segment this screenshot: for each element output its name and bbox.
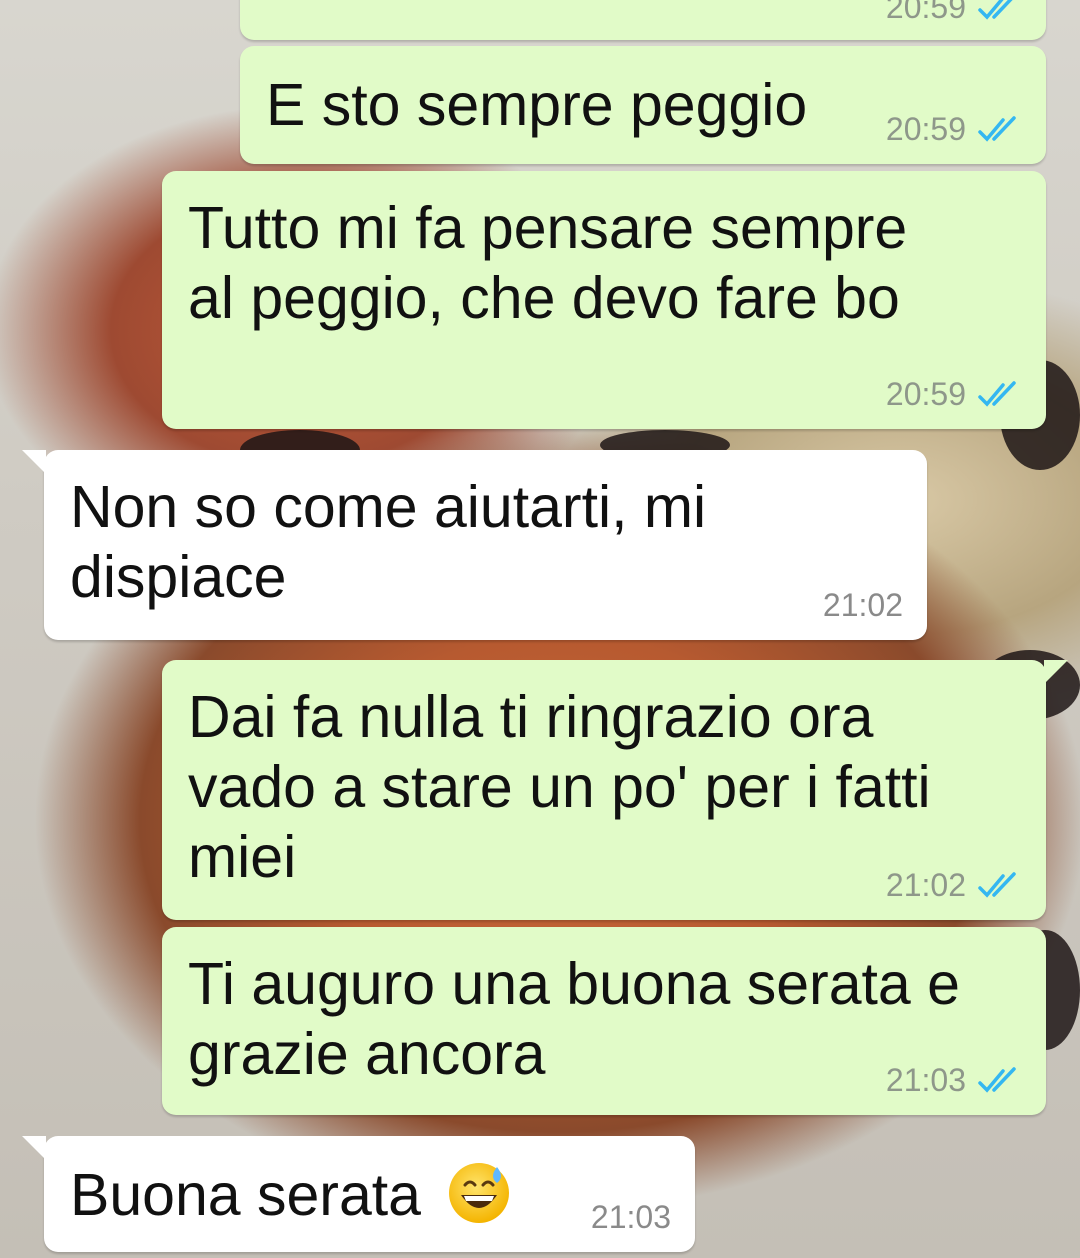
double-check-icon xyxy=(978,115,1016,142)
bubble-tail xyxy=(22,1136,46,1160)
message-bubble-outgoing[interactable]: Dai fa nulla ti ringrazio ora vado a sta… xyxy=(162,660,1068,920)
message-meta: 20:59 xyxy=(886,376,1022,413)
message-bubble-outgoing[interactable]: E sto sempre peggio 20:59 xyxy=(240,46,1046,164)
message-text-content: Buona serata xyxy=(70,1162,438,1228)
message-bubble-incoming[interactable]: Buona serata 21:03 xyxy=(22,1136,695,1252)
message-text: Buona serata xyxy=(70,1160,669,1231)
message-meta: 20:59 xyxy=(886,111,1022,148)
message-time: 20:59 xyxy=(885,376,966,412)
message-bubble-outgoing[interactable]: Tutto mi fa pensare sempre al peggio, ch… xyxy=(162,171,1046,429)
message-bubble-outgoing[interactable]: 20:59 xyxy=(240,0,1046,40)
message-text: Non so come aiutarti, mi dispiace xyxy=(70,474,707,610)
message-time: 20:59 xyxy=(885,0,966,25)
double-check-icon xyxy=(978,0,1013,20)
message-meta: 21:02 xyxy=(823,587,903,624)
message-text: Dai fa nulla ti ringrazio ora vado a sta… xyxy=(188,684,931,890)
bubble-tail xyxy=(22,450,46,474)
double-check-icon xyxy=(978,1066,1016,1093)
message-meta: 21:03 xyxy=(886,1062,1022,1099)
bubble-tail xyxy=(1044,660,1068,684)
message-time: 21:03 xyxy=(885,1062,966,1098)
message-time: 21:02 xyxy=(822,587,903,623)
message-meta: 21:03 xyxy=(591,1199,671,1236)
message-meta: 20:59 xyxy=(886,0,1022,26)
message-text: Tutto mi fa pensare sempre al peggio, ch… xyxy=(188,195,908,331)
double-check-icon xyxy=(978,380,1016,407)
grinning-face-with-sweat-emoji-icon xyxy=(449,1163,510,1224)
double-check-icon xyxy=(978,871,1016,898)
message-meta: 21:02 xyxy=(886,867,1022,904)
message-bubble-incoming[interactable]: Non so come aiutarti, mi dispiace 21:02 xyxy=(22,450,927,640)
message-time: 21:02 xyxy=(885,867,966,903)
message-time: 20:59 xyxy=(885,111,966,147)
message-bubble-outgoing[interactable]: Ti auguro una buona serata e grazie anco… xyxy=(162,927,1046,1115)
message-time: 21:03 xyxy=(590,1199,671,1235)
